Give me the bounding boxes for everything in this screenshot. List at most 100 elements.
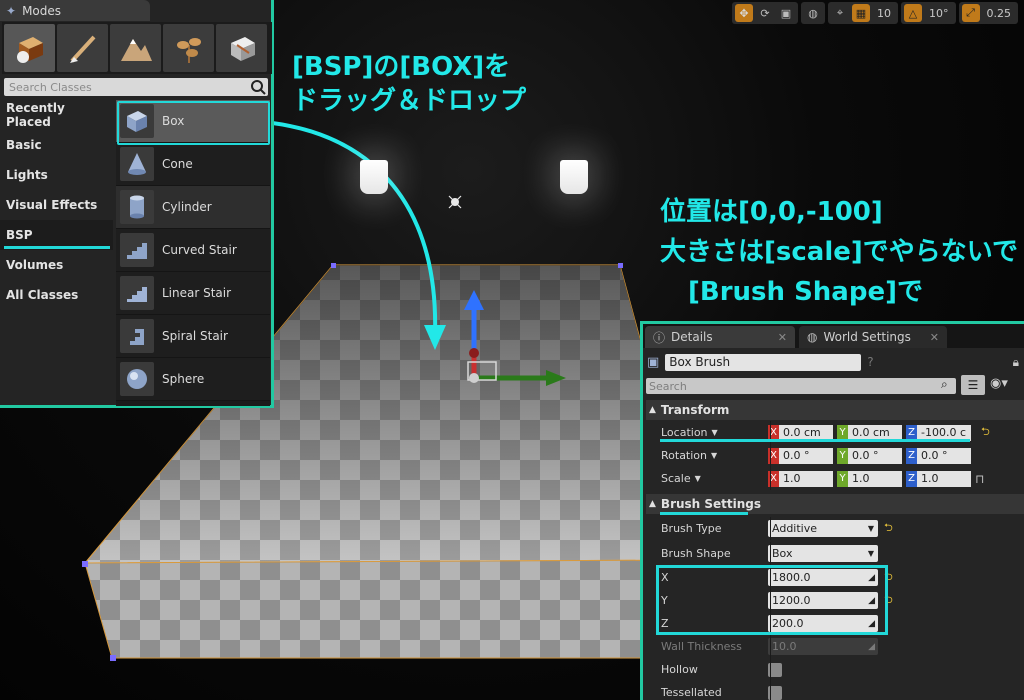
scale-x-field[interactable]: X 1.0 (768, 470, 833, 487)
scale-snap-value[interactable]: 0.25 (983, 7, 1016, 20)
scale-icon[interactable]: ▣ (777, 4, 795, 22)
reset-arrow-icon[interactable]: ⮌ (884, 568, 893, 587)
tab-world-settings[interactable]: ◍ World Settings ✕ (799, 326, 947, 348)
expand-icon[interactable]: ◢ (868, 596, 875, 606)
brush-shape-dropdown[interactable]: Box ▼ (768, 545, 878, 562)
tab-label: Details (671, 330, 713, 344)
viewport-toolbar: ✥ ⟳ ▣ ◍ ⌖ ▦ 10 △ 10° ⤢ 0.25 (732, 0, 1024, 26)
point-light[interactable] (560, 160, 588, 194)
eye-icon[interactable]: ◉▾ (990, 376, 1008, 391)
translate-icon[interactable]: ✥ (735, 4, 753, 22)
list-item-cylinder[interactable]: Cylinder (116, 186, 270, 229)
scale-snap-icon[interactable]: ⤢ (961, 4, 980, 22)
lock-ratio-icon[interactable]: ⊓ (975, 472, 984, 486)
row-label: Rotation (661, 449, 708, 462)
modes-tab[interactable]: ✦ Modes (0, 0, 150, 21)
tab-label: World Settings (823, 330, 911, 344)
info-icon: ⓘ (653, 330, 666, 345)
transform-mode-group[interactable]: ✥ ⟳ ▣ (732, 2, 798, 24)
point-light[interactable] (360, 160, 388, 194)
rotation-snap-value[interactable]: 10° (925, 7, 953, 20)
field-value: 1800.0 (772, 571, 811, 584)
geometry-mode-button[interactable] (216, 24, 267, 72)
tab-details[interactable]: ⓘ Details ✕ (645, 326, 795, 348)
dropdown-value: Box (772, 547, 793, 560)
class-search-input[interactable] (4, 78, 268, 96)
rotation-y-field[interactable]: Y 0.0 ° (837, 447, 902, 464)
category-recently-placed[interactable]: Recently Placed (0, 100, 113, 130)
brush-y-field[interactable]: 1200.0 ◢ (768, 592, 878, 609)
property-matrix-icon[interactable]: ☰ (961, 375, 985, 395)
category-visual-effects[interactable]: Visual Effects (0, 190, 113, 220)
scale-z-field[interactable]: Z 1.0 (906, 470, 971, 487)
landscape-mode-button[interactable] (110, 24, 161, 72)
row-label: Hollow (661, 663, 698, 676)
list-item-cone[interactable]: Cone (116, 143, 270, 186)
expand-icon[interactable]: ◢ (868, 619, 875, 629)
rotation-x-field[interactable]: X 0.0 ° (768, 447, 833, 464)
chevron-down-icon: ▼ (694, 474, 701, 483)
category-list: Recently Placed Basic Lights Visual Effe… (0, 100, 113, 406)
field-value: 1200.0 (772, 594, 811, 607)
wall-thickness-row: Wall Thickness 10.0 ◢ (646, 635, 1024, 658)
actor-name-field[interactable] (665, 353, 862, 371)
grid-snap-value[interactable]: 10 (873, 7, 895, 20)
brush-x-field[interactable]: 1800.0 ◢ (768, 569, 878, 586)
foliage-mode-button[interactable] (163, 24, 214, 72)
item-label: Curved Stair (162, 243, 237, 257)
location-label[interactable]: Location ▼ (646, 426, 768, 439)
rotate-icon[interactable]: ⟳ (756, 4, 774, 22)
rotation-z-field[interactable]: Z 0.0 ° (906, 447, 971, 464)
search-icon[interactable]: ⌕ (941, 377, 948, 392)
sphere-icon (120, 362, 154, 396)
transform-section-header[interactable]: ▲ Transform (646, 400, 1024, 420)
linear-stair-icon (120, 276, 154, 310)
brush-x-row: X 1800.0 ◢ ⮌ (646, 566, 1024, 589)
item-label: Box (162, 114, 185, 128)
reset-arrow-icon[interactable]: ⮌ (884, 591, 893, 610)
scale-label[interactable]: Scale ▼ (646, 472, 768, 485)
category-volumes[interactable]: Volumes (0, 250, 113, 280)
list-item-linear-stair[interactable]: Linear Stair (116, 272, 270, 315)
rotation-label[interactable]: Rotation ▼ (646, 449, 768, 462)
modes-icon: ✦ (6, 3, 17, 18)
category-basic[interactable]: Basic (0, 130, 113, 160)
brush-z-field[interactable]: 200.0 ◢ (768, 615, 878, 632)
surface-snap-icon[interactable]: ⌖ (831, 4, 849, 22)
wall-thickness-field: 10.0 ◢ (768, 638, 878, 655)
axis-label: Y (837, 470, 848, 487)
category-lights[interactable]: Lights (0, 160, 113, 190)
row-label: Tessellated (661, 686, 722, 699)
list-item-sphere[interactable]: Sphere (116, 358, 270, 401)
property-search-input[interactable] (646, 378, 956, 394)
grid-snap-icon[interactable]: ▦ (852, 4, 870, 22)
close-icon[interactable]: ✕ (778, 331, 787, 344)
search-icon[interactable] (250, 79, 266, 95)
scale-y-field[interactable]: Y 1.0 (837, 470, 902, 487)
axis-value: 0.0 ° (917, 447, 971, 464)
brush-type-dropdown[interactable]: Additive ▼ (768, 520, 878, 537)
bsp-highlight-underline (4, 246, 110, 249)
help-icon[interactable]: ? (867, 355, 873, 369)
reset-arrow-icon[interactable]: ⮌ (884, 519, 893, 538)
list-item-box[interactable]: Box (116, 100, 270, 143)
paint-mode-icon (69, 35, 95, 63)
reset-arrow-icon[interactable]: ⮌ (981, 423, 990, 442)
lock-icon[interactable]: 🔒︎ (1013, 355, 1019, 370)
world-space-icon[interactable]: ◍ (804, 4, 822, 22)
place-mode-button[interactable] (4, 24, 55, 72)
list-item-curved-stair[interactable]: Curved Stair (116, 229, 270, 272)
list-item-spiral-stair[interactable]: Spiral Stair (116, 315, 270, 358)
chevron-down-icon: ▼ (711, 451, 718, 460)
expand-icon[interactable]: ◢ (868, 573, 875, 583)
geometry-mode-icon (230, 37, 255, 61)
brush-settings-section-header[interactable]: ▲ Brush Settings (646, 494, 1024, 514)
close-icon[interactable]: ✕ (930, 331, 939, 344)
category-all-classes[interactable]: All Classes (0, 280, 113, 310)
axis-value: 0.0 ° (779, 447, 833, 464)
rotation-snap-icon[interactable]: △ (904, 4, 922, 22)
paint-mode-button[interactable] (57, 24, 108, 72)
cone-icon (120, 147, 154, 181)
rotation-row: Rotation ▼ X 0.0 ° Y 0.0 ° Z 0.0 ° (646, 444, 1024, 467)
item-label: Linear Stair (162, 286, 232, 300)
